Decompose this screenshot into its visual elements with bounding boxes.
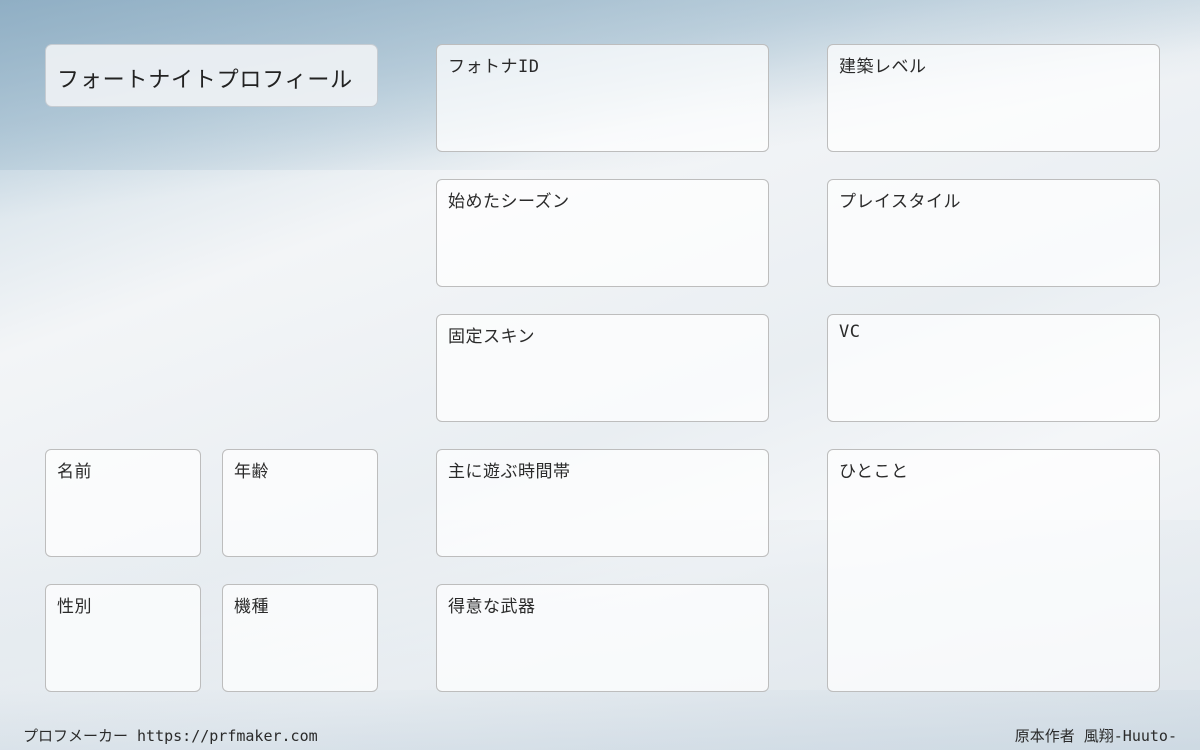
fortnite-id-field[interactable]: フォトナID: [436, 44, 769, 152]
gender-field[interactable]: 性別: [45, 584, 201, 692]
build-level-field[interactable]: 建築レベル: [827, 44, 1160, 152]
vc-field[interactable]: VC: [827, 314, 1160, 422]
age-field[interactable]: 年齢: [222, 449, 378, 557]
platform-field[interactable]: 機種: [222, 584, 378, 692]
age-label: 年齢: [234, 462, 269, 482]
start-season-label: 始めたシーズン: [448, 192, 570, 212]
play-time-field[interactable]: 主に遊ぶ時間帯: [436, 449, 769, 557]
play-style-label: プレイスタイル: [839, 192, 961, 212]
comment-field[interactable]: ひとこと: [827, 449, 1160, 692]
profile-title-box: フォートナイトプロフィール: [45, 44, 378, 107]
author-credit: 原本作者 風翔-Huuto-: [1014, 727, 1177, 745]
maker-credit: プロフメーカー https://prfmaker.com: [23, 727, 318, 745]
start-season-field[interactable]: 始めたシーズン: [436, 179, 769, 287]
fixed-skin-label: 固定スキン: [448, 327, 535, 347]
comment-label: ひとこと: [839, 462, 909, 482]
fixed-skin-field[interactable]: 固定スキン: [436, 314, 769, 422]
favorite-weapon-label: 得意な武器: [448, 597, 536, 617]
gender-label: 性別: [57, 597, 92, 617]
build-level-label: 建築レベル: [839, 57, 927, 77]
name-label: 名前: [57, 462, 92, 482]
play-style-field[interactable]: プレイスタイル: [827, 179, 1160, 287]
platform-label: 機種: [234, 597, 269, 617]
fortnite-id-label: フォトナID: [448, 57, 540, 77]
vc-label: VC: [839, 322, 861, 342]
favorite-weapon-field[interactable]: 得意な武器: [436, 584, 769, 692]
page-title: フォートナイトプロフィール: [57, 68, 353, 93]
name-field[interactable]: 名前: [45, 449, 201, 557]
play-time-label: 主に遊ぶ時間帯: [448, 462, 571, 482]
